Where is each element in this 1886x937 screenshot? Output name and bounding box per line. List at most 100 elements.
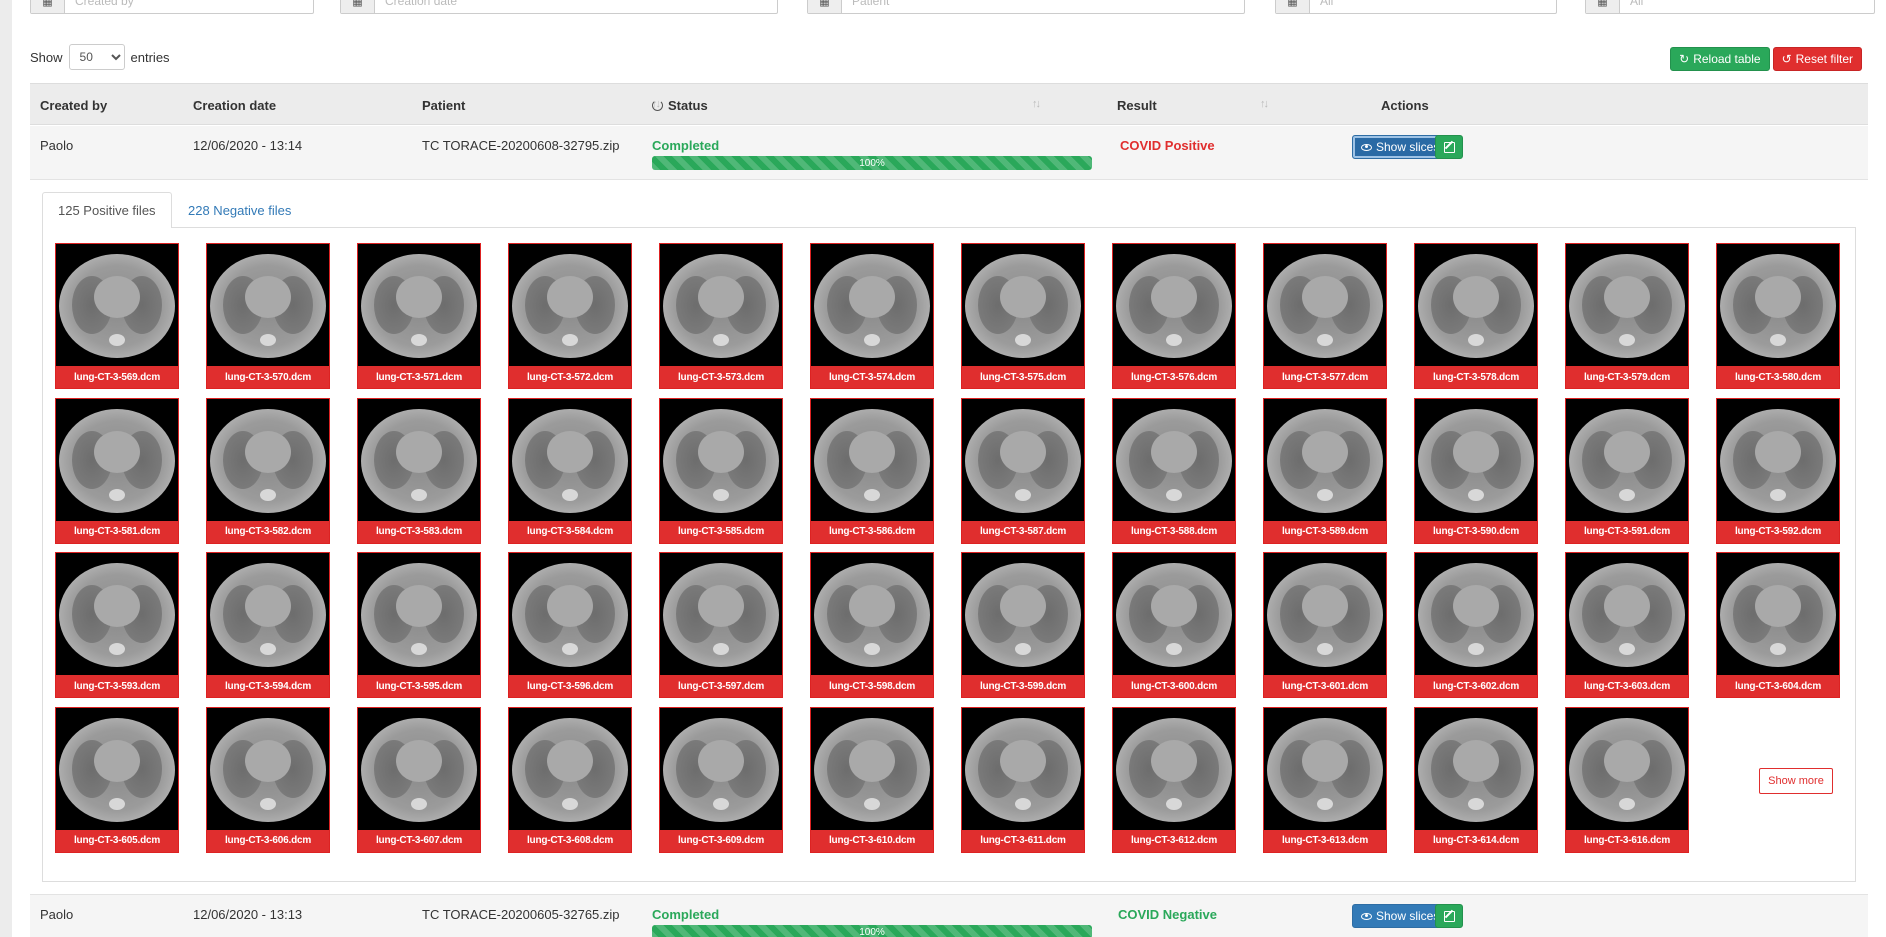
ct-slice-thumbnail[interactable]: lung-CT-3-587.dcm bbox=[961, 397, 1085, 544]
ct-slice-thumbnail[interactable]: lung-CT-3-579.dcm bbox=[1565, 243, 1689, 389]
ct-slice-thumbnail[interactable]: lung-CT-3-611.dcm bbox=[961, 706, 1085, 853]
progress-label: 100% bbox=[859, 926, 885, 937]
ct-slice-thumbnail[interactable]: lung-CT-3-570.dcm bbox=[206, 243, 330, 389]
ct-slice-thumbnail[interactable]: lung-CT-3-569.dcm bbox=[55, 243, 179, 389]
ct-slice-thumbnail[interactable]: lung-CT-3-597.dcm bbox=[659, 552, 783, 698]
ct-slice-thumbnail[interactable]: lung-CT-3-606.dcm bbox=[206, 706, 330, 853]
eye-icon bbox=[1361, 143, 1372, 151]
ct-scan-image bbox=[209, 400, 327, 521]
ct-slice-thumbnail[interactable]: lung-CT-3-589.dcm bbox=[1263, 397, 1387, 544]
reload-table-button[interactable]: ↻ Reload table bbox=[1670, 47, 1770, 71]
ct-slice-thumbnail[interactable]: lung-CT-3-591.dcm bbox=[1565, 397, 1689, 544]
ct-slice-thumbnail[interactable]: lung-CT-3-572.dcm bbox=[508, 243, 632, 389]
ct-scan-image bbox=[964, 709, 1082, 830]
tab-negative-label: 228 Negative files bbox=[188, 203, 292, 218]
ct-slice-thumbnail[interactable]: lung-CT-3-585.dcm bbox=[659, 397, 783, 544]
show-slices-button[interactable]: Show slices bbox=[1352, 135, 1449, 159]
table-row[interactable]: Paolo 12/06/2020 - 13:14 TC TORACE-20200… bbox=[30, 126, 1868, 180]
column-result[interactable]: Result bbox=[1117, 84, 1157, 126]
created-by-cell: Paolo bbox=[40, 138, 74, 153]
sort-icon[interactable]: ↑↓ bbox=[1260, 98, 1269, 110]
ct-slice-thumbnail[interactable]: lung-CT-3-576.dcm bbox=[1112, 243, 1236, 389]
table-header: Created by ↑↓ Creation date ↓ Patient ↑↓… bbox=[30, 83, 1868, 125]
column-actions: Actions bbox=[1381, 84, 1429, 126]
reset-filter-button[interactable]: ↺ Reset filter bbox=[1772, 47, 1862, 71]
ct-slice-thumbnail[interactable]: lung-CT-3-601.dcm bbox=[1263, 552, 1387, 698]
file-name-label: lung-CT-3-596.dcm bbox=[509, 675, 631, 697]
file-tabs: 125 Positive files 228 Negative files bbox=[42, 192, 1856, 229]
creation-date-filter[interactable]: ▦ Creation date bbox=[340, 0, 778, 14]
ct-slice-thumbnail[interactable]: lung-CT-3-608.dcm bbox=[508, 706, 632, 853]
column-patient[interactable]: Patient bbox=[422, 84, 465, 126]
file-name-label: lung-CT-3-595.dcm bbox=[358, 675, 480, 697]
ct-slice-thumbnail[interactable]: lung-CT-3-603.dcm bbox=[1565, 552, 1689, 698]
edit-button[interactable] bbox=[1435, 904, 1463, 928]
ct-slice-thumbnail[interactable]: lung-CT-3-600.dcm bbox=[1112, 552, 1236, 698]
show-slices-label: Show slices bbox=[1376, 140, 1440, 154]
ct-slice-thumbnail[interactable]: lung-CT-3-602.dcm bbox=[1414, 552, 1538, 698]
entries-select[interactable]: 50 bbox=[68, 44, 125, 70]
file-name-label: lung-CT-3-578.dcm bbox=[1415, 366, 1537, 388]
tab-negative-files[interactable]: 228 Negative files bbox=[173, 192, 306, 229]
ct-scan-image bbox=[360, 400, 478, 521]
ct-slice-thumbnail[interactable]: lung-CT-3-596.dcm bbox=[508, 552, 632, 698]
ct-scan-image bbox=[360, 709, 478, 830]
ct-scan-image bbox=[813, 709, 931, 830]
ct-slice-thumbnail[interactable]: lung-CT-3-595.dcm bbox=[357, 552, 481, 698]
sort-icon[interactable]: ↑↓ bbox=[1032, 98, 1041, 110]
ct-slice-thumbnail[interactable]: lung-CT-3-578.dcm bbox=[1414, 243, 1538, 389]
ct-scan-image bbox=[1266, 400, 1384, 521]
file-name-label: lung-CT-3-604.dcm bbox=[1717, 675, 1839, 697]
ct-slice-thumbnail[interactable]: lung-CT-3-586.dcm bbox=[810, 397, 934, 544]
ct-slice-thumbnail[interactable]: lung-CT-3-598.dcm bbox=[810, 552, 934, 698]
file-name-label: lung-CT-3-616.dcm bbox=[1566, 829, 1688, 852]
ct-slice-thumbnail[interactable]: lung-CT-3-599.dcm bbox=[961, 552, 1085, 698]
column-status[interactable]: Status bbox=[652, 84, 708, 126]
ct-slice-thumbnail[interactable]: lung-CT-3-583.dcm bbox=[357, 397, 481, 544]
ct-slice-thumbnail[interactable]: lung-CT-3-605.dcm bbox=[55, 706, 179, 853]
ct-slice-thumbnail[interactable]: lung-CT-3-609.dcm bbox=[659, 706, 783, 853]
column-creation-date[interactable]: Creation date bbox=[193, 84, 276, 126]
column-created-by[interactable]: Created by bbox=[40, 84, 107, 126]
ct-scan-image bbox=[58, 709, 176, 830]
show-slices-button[interactable]: Show slices bbox=[1352, 904, 1449, 928]
ct-slice-thumbnail[interactable]: lung-CT-3-610.dcm bbox=[810, 706, 934, 853]
ct-scan-image bbox=[1266, 246, 1384, 366]
ct-slice-thumbnail[interactable]: lung-CT-3-612.dcm bbox=[1112, 706, 1236, 853]
ct-slice-thumbnail[interactable]: lung-CT-3-573.dcm bbox=[659, 243, 783, 389]
ct-slice-thumbnail[interactable]: lung-CT-3-594.dcm bbox=[206, 552, 330, 698]
ct-slice-thumbnail[interactable]: lung-CT-3-592.dcm bbox=[1716, 397, 1840, 544]
ct-slice-thumbnail[interactable]: lung-CT-3-604.dcm bbox=[1716, 552, 1840, 698]
file-name-label: lung-CT-3-577.dcm bbox=[1264, 366, 1386, 388]
file-name-label: lung-CT-3-598.dcm bbox=[811, 675, 933, 697]
result-filter[interactable]: ▦ All bbox=[1585, 0, 1875, 14]
patient-filter[interactable]: ▦ Patient bbox=[807, 0, 1245, 14]
table-row[interactable]: Paolo 12/06/2020 - 13:13 TC TORACE-20200… bbox=[30, 894, 1868, 937]
ct-slice-thumbnail[interactable]: lung-CT-3-593.dcm bbox=[55, 552, 179, 698]
ct-slice-thumbnail[interactable]: lung-CT-3-581.dcm bbox=[55, 397, 179, 544]
ct-slice-thumbnail[interactable]: lung-CT-3-582.dcm bbox=[206, 397, 330, 544]
ct-slice-thumbnail[interactable]: lung-CT-3-616.dcm bbox=[1565, 706, 1689, 853]
ct-slice-thumbnail[interactable]: lung-CT-3-577.dcm bbox=[1263, 243, 1387, 389]
column-creation-date-label: Creation date bbox=[193, 97, 277, 113]
ct-slice-thumbnail[interactable]: lung-CT-3-590.dcm bbox=[1414, 397, 1538, 544]
ct-slice-thumbnail[interactable]: lung-CT-3-614.dcm bbox=[1414, 706, 1538, 853]
ct-slice-thumbnail[interactable]: lung-CT-3-571.dcm bbox=[357, 243, 481, 389]
ct-slice-thumbnail[interactable]: lung-CT-3-584.dcm bbox=[508, 397, 632, 544]
ct-slice-thumbnail[interactable]: lung-CT-3-613.dcm bbox=[1263, 706, 1387, 853]
status-filter[interactable]: ▦ All bbox=[1275, 0, 1557, 14]
edit-button[interactable] bbox=[1435, 135, 1463, 159]
ct-slice-thumbnail[interactable]: lung-CT-3-588.dcm bbox=[1112, 397, 1236, 544]
ct-slice-thumbnail[interactable]: lung-CT-3-575.dcm bbox=[961, 243, 1085, 389]
show-more-button[interactable]: Show more bbox=[1759, 768, 1833, 794]
ct-scan-image bbox=[58, 246, 176, 366]
ct-slice-thumbnail[interactable]: lung-CT-3-607.dcm bbox=[357, 706, 481, 853]
ct-scan-image bbox=[662, 400, 780, 521]
ct-slice-thumbnail[interactable]: lung-CT-3-574.dcm bbox=[810, 243, 934, 389]
created-by-filter[interactable]: ▦ Created by bbox=[30, 0, 314, 14]
file-name-label: lung-CT-3-585.dcm bbox=[660, 520, 782, 543]
ct-slice-thumbnail[interactable]: lung-CT-3-580.dcm bbox=[1716, 243, 1840, 389]
tab-positive-files[interactable]: 125 Positive files bbox=[42, 192, 172, 229]
ct-scan-image bbox=[1115, 555, 1233, 675]
file-name-label: lung-CT-3-606.dcm bbox=[207, 829, 329, 852]
